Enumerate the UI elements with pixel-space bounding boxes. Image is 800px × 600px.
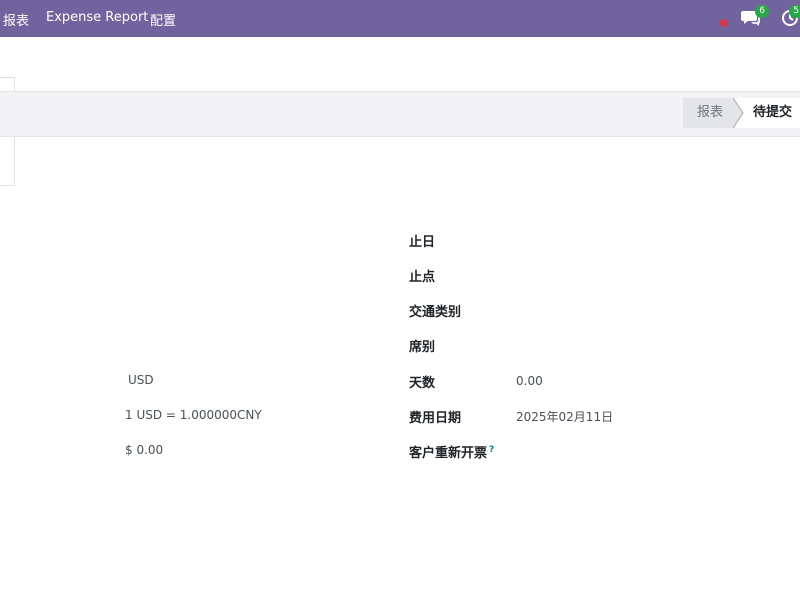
expense-date-value[interactable]: 2025年02月11日 (516, 408, 613, 425)
field-label-reinvoice: 客户重新开票? (409, 442, 494, 461)
field-label-seat-class: 席别 (409, 340, 436, 355)
menu-item-expense-report[interactable]: Expense Report (46, 10, 148, 25)
field-label-days: 天数 (409, 376, 436, 391)
chat-icon[interactable]: 6 (741, 5, 769, 31)
amount-value[interactable]: $ 0.00 (125, 443, 163, 457)
field-label-end-point: 止点 (409, 270, 436, 285)
currency-value[interactable]: USD (128, 373, 154, 387)
reinvoice-label-text: 客户重新开票 (409, 446, 488, 461)
days-value[interactable]: 0.00 (516, 374, 543, 388)
messages-count-badge: 6 (755, 5, 769, 18)
field-label-transport-type: 交通类别 (409, 305, 462, 320)
red-dot-icon[interactable] (719, 13, 729, 32)
help-tooltip-icon[interactable]: ? (489, 445, 494, 455)
field-label-expense-date: 费用日期 (409, 411, 462, 426)
stage-reports[interactable]: 报表 (683, 98, 735, 128)
clock-icon[interactable]: 5 (781, 5, 800, 31)
menu-item-configuration[interactable]: 配置 (150, 10, 176, 29)
stage-arrow-icon (733, 98, 744, 128)
form-statusbar (0, 91, 800, 137)
menu-item-reports[interactable]: 报表 (3, 10, 29, 29)
exchange-rate-value: 1 USD = 1.000000CNY (125, 408, 262, 422)
top-navbar: 报表 Expense Report 配置 6 5 (0, 0, 800, 37)
field-label-end-date: 止日 (409, 235, 436, 250)
activities-count-badge: 5 (789, 5, 800, 18)
